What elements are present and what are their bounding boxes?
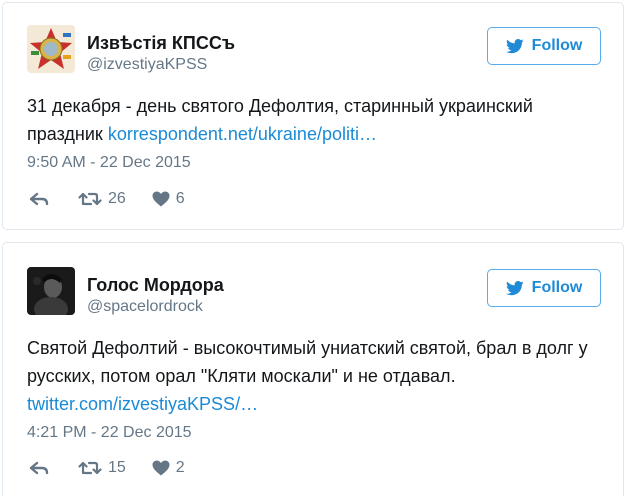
follow-button[interactable]: Follow <box>487 269 601 307</box>
follow-button[interactable]: Follow <box>487 27 601 65</box>
reply-icon <box>29 460 49 476</box>
tweet-link[interactable]: korrespondent.net/ukraine/politi… <box>108 124 377 144</box>
tweet-text: Святой Дефолтий - высокочтимый униатский… <box>27 334 603 418</box>
reply-button[interactable] <box>29 460 49 476</box>
tweet-link[interactable]: twitter.com/izvestiyaKPSS/… <box>27 394 258 414</box>
avatar[interactable] <box>27 267 75 315</box>
heart-icon <box>152 460 170 476</box>
reply-button[interactable] <box>29 191 49 207</box>
user-handle[interactable]: @izvestiyaKPSS <box>87 56 207 74</box>
avatar[interactable] <box>27 25 75 73</box>
retweet-button[interactable]: 26 <box>78 190 126 208</box>
tweet-actions: 26 6 <box>27 187 185 211</box>
like-count: 6 <box>175 190 185 207</box>
like-button[interactable]: 2 <box>152 459 185 477</box>
retweet-button[interactable]: 15 <box>78 459 126 477</box>
retweet-icon <box>78 191 102 207</box>
bird-icon <box>505 38 524 54</box>
tweet-timestamp[interactable]: 4:21 PM - 22 Dec 2015 <box>27 424 192 442</box>
follow-label: Follow <box>531 279 583 296</box>
like-button[interactable]: 6 <box>152 190 185 208</box>
tweet-text: 31 декабря - день святого Дефолтия, стар… <box>27 92 603 148</box>
reply-icon <box>29 191 49 207</box>
retweet-count: 26 <box>108 190 126 207</box>
bird-icon <box>505 280 524 296</box>
follow-label: Follow <box>531 37 583 54</box>
retweet-icon <box>78 460 102 476</box>
tweet-card: Голос Мордора @spacelordrock Follow Свят… <box>2 242 624 496</box>
display-name[interactable]: Голос Мордора <box>87 275 224 296</box>
display-name[interactable]: Извѣстія КПССъ <box>87 33 235 54</box>
like-count: 2 <box>175 459 185 476</box>
user-handle[interactable]: @spacelordrock <box>87 298 203 316</box>
tweet-timestamp[interactable]: 9:50 AM - 22 Dec 2015 <box>27 154 191 172</box>
tweet-card: Извѣстія КПССъ @izvestiyaKPSS Follow 31 … <box>2 2 624 230</box>
tweet-actions: 15 2 <box>27 456 185 480</box>
tweet-body: Святой Дефолтий - высокочтимый униатский… <box>27 338 588 386</box>
retweet-count: 15 <box>108 459 126 476</box>
heart-icon <box>152 191 170 207</box>
